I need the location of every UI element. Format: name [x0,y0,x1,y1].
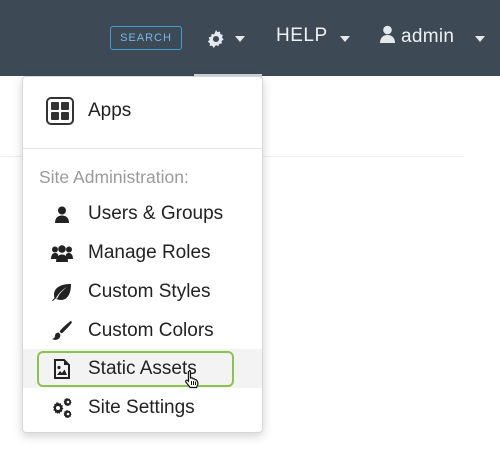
menu-section-header: Site Administration: [39,167,189,187]
menu-item-label: Custom Colors [88,320,214,341]
menu-item-apps[interactable]: Apps [23,91,262,131]
top-navbar: SEARCH HELP admin [0,0,500,76]
apps-grid-icon [46,97,74,125]
gears-icon [51,397,73,419]
chevron-down-icon [340,36,350,42]
user-icon [380,25,395,48]
chevron-down-icon [235,36,245,42]
paintbrush-icon [51,320,73,342]
menu-item-label: Custom Styles [88,281,211,302]
leaf-icon [51,281,73,303]
menu-item-static-assets[interactable]: Static Assets [23,349,262,389]
help-menu-toggle[interactable]: HELP [276,25,328,47]
users-icon [51,242,73,264]
menu-item-site-settings[interactable]: Site Settings [23,388,262,427]
user-menu-toggle[interactable]: admin [380,25,454,48]
menu-item-manage-roles[interactable]: Manage Roles [23,233,262,272]
menu-item-label: Static Assets [88,358,197,379]
menu-item-label: Users & Groups [88,203,224,224]
search-button[interactable]: SEARCH [110,26,182,50]
image-file-icon [51,358,73,380]
user-icon [51,203,73,225]
menu-item-label: Apps [88,100,132,121]
menu-divider [23,148,262,149]
menu-item-custom-styles[interactable]: Custom Styles [23,272,262,311]
menu-item-users-groups[interactable]: Users & Groups [23,194,262,233]
chevron-down-icon [475,36,485,42]
settings-dropdown-menu: Apps Site Administration: Users & Groups… [22,76,263,433]
settings-menu-toggle[interactable] [194,0,262,76]
gear-icon [207,30,225,53]
menu-item-label: Manage Roles [88,242,211,263]
user-name-label: admin [401,25,455,47]
menu-item-custom-colors[interactable]: Custom Colors [23,311,262,350]
menu-item-label: Site Settings [88,397,195,418]
